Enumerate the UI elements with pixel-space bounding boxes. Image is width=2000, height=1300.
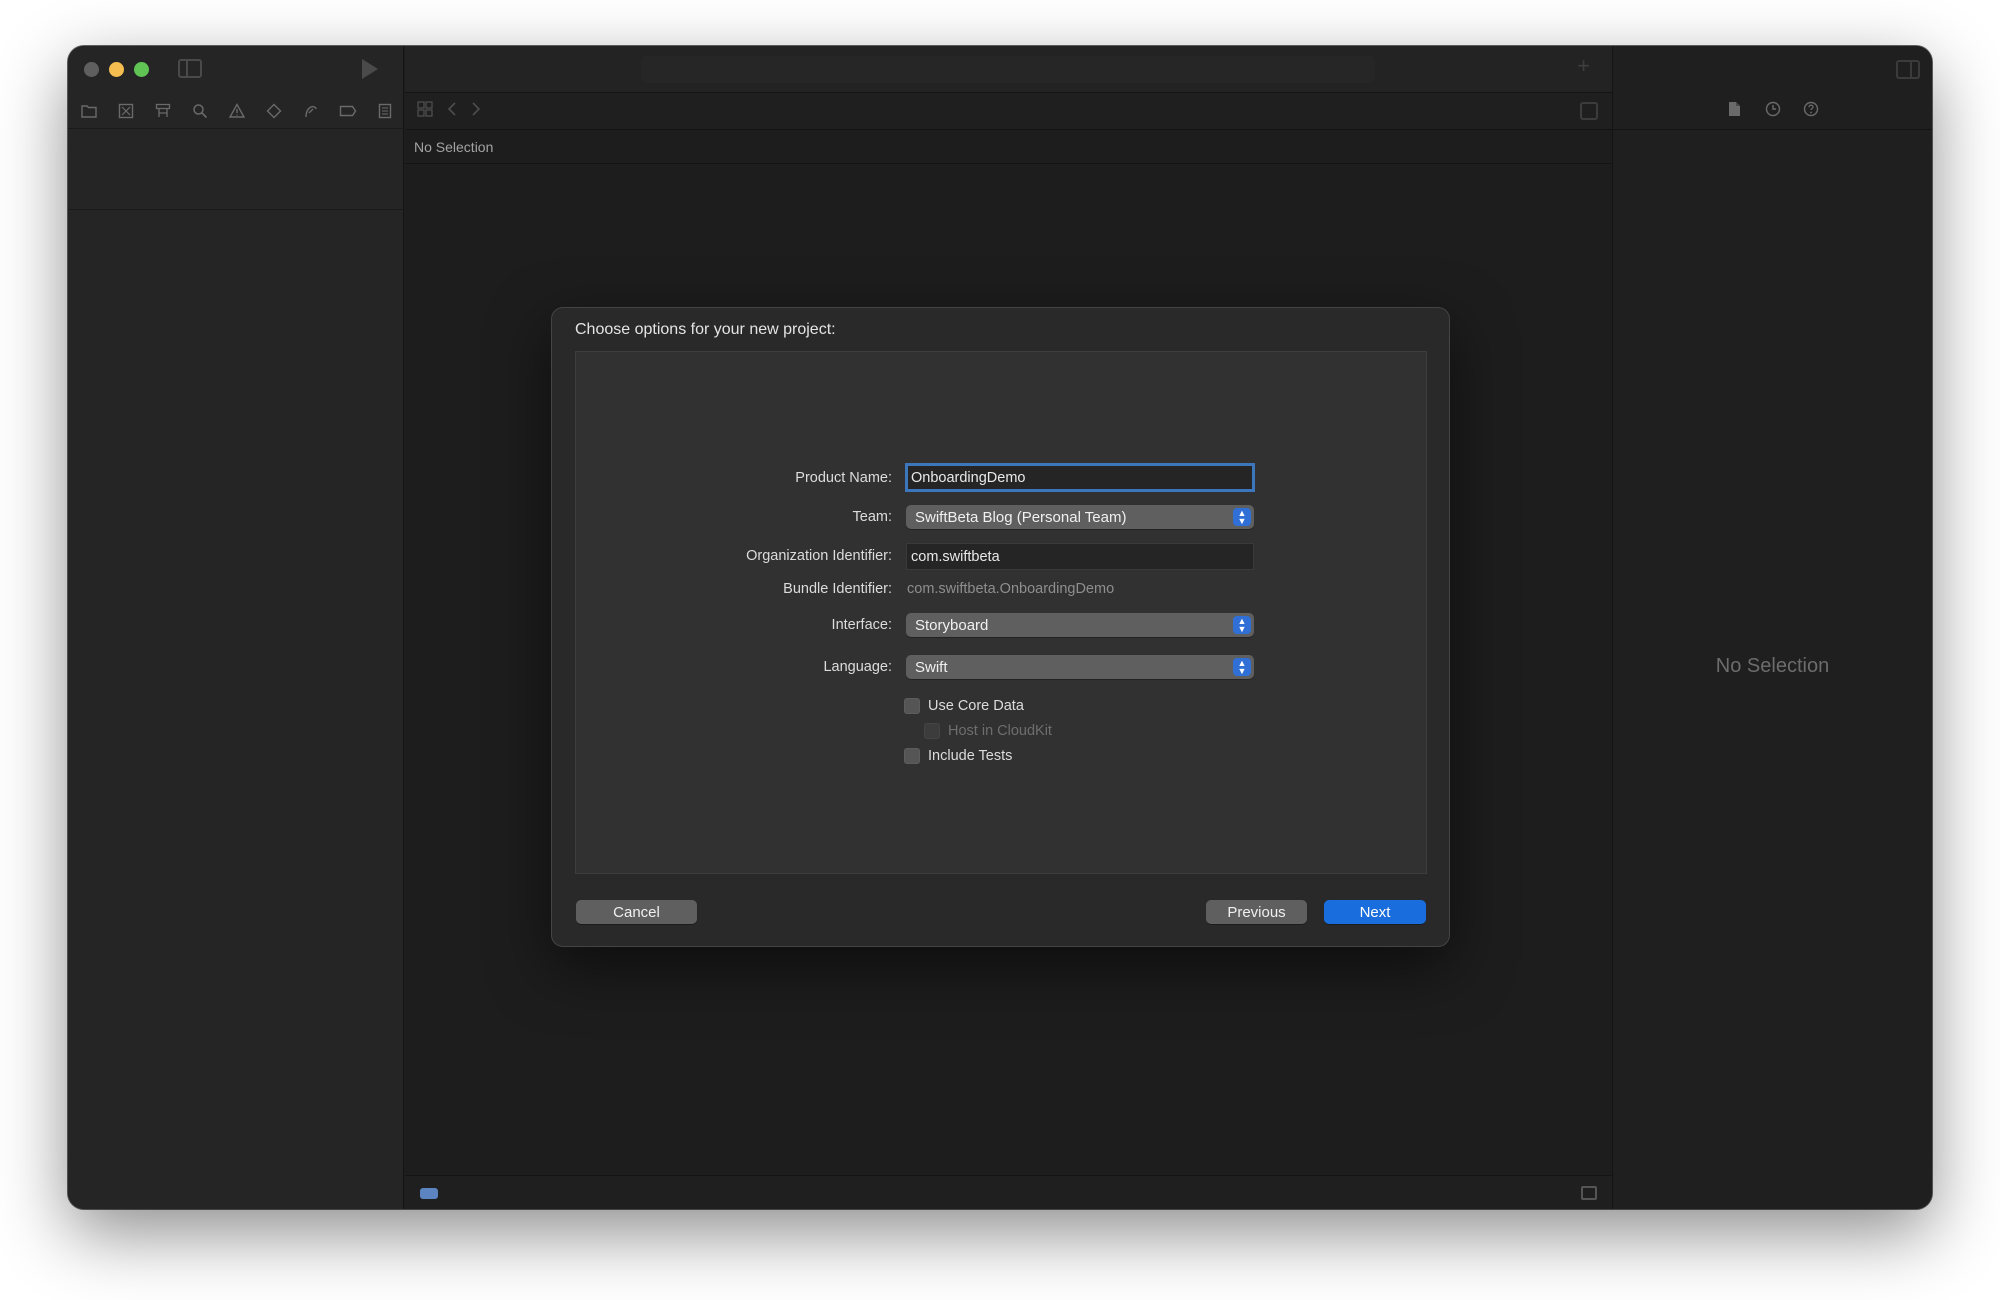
bundle-identifier-label: Bundle Identifier: [783,581,892,597]
inspector-empty-label: No Selection [1715,655,1830,677]
include-tests-checkbox-row[interactable]: Include Tests [904,745,1012,767]
host-in-cloudkit-label: Host in CloudKit [948,723,1052,739]
editor-options-icon[interactable] [1580,102,1598,120]
run-icon[interactable] [362,59,378,79]
interface-popup[interactable]: Storyboard ▲ ▼ [906,613,1254,637]
interface-label: Interface: [831,617,892,633]
navigator-toggle-icon[interactable] [178,59,202,78]
product-name-row: Product Name: OnboardingDemo [576,463,1426,493]
org-identifier-row: Organization Identifier: com.swiftbeta [576,541,1426,571]
chevron-up-down-icon: ▲ ▼ [1233,616,1251,634]
bundle-identifier-value: com.swiftbeta.OnboardingDemo [907,581,1115,597]
show-debug-area-icon[interactable] [1581,1186,1597,1200]
use-core-data-checkbox[interactable] [904,698,920,714]
interface-row: Interface: Storyboard ▲ ▼ [576,610,1426,640]
previous-button[interactable]: Previous [1206,900,1307,924]
minimize-window-button[interactable] [109,62,124,77]
team-row: Team: SwiftBeta Blog (Personal Team) ▲ ▼ [576,502,1426,532]
chevron-right-icon[interactable] [471,101,481,121]
close-window-button[interactable] [84,62,99,77]
inspector-pane: No Selection [1612,46,1932,1209]
titlebar [68,46,403,93]
related-items-icon[interactable] [417,100,433,122]
navigator-pane [68,46,404,1209]
folder-icon[interactable] [80,102,98,120]
interface-popup-value: Storyboard [915,616,989,634]
team-popup[interactable]: SwiftBeta Blog (Personal Team) ▲ ▼ [906,505,1254,529]
language-popup[interactable]: Swift ▲ ▼ [906,655,1254,679]
chevron-left-icon[interactable] [447,101,457,121]
path-bar: No Selection [405,130,1612,164]
include-tests-label: Include Tests [928,748,1013,764]
language-label: Language: [823,659,892,675]
cancel-button[interactable]: Cancel [576,900,697,924]
team-label: Team: [852,509,893,525]
project-options-form: Product Name: OnboardingDemo Team: Swift… [575,351,1427,874]
language-row: Language: Swift ▲ ▼ [576,652,1426,682]
product-name-field[interactable]: OnboardingDemo [905,463,1255,492]
product-name-label: Product Name: [795,470,892,486]
activity-viewer [641,56,1375,83]
inspector-titlebar [1613,46,1932,93]
next-button[interactable]: Next [1324,900,1426,924]
use-core-data-checkbox-row[interactable]: Use Core Data [904,695,1024,717]
bundle-identifier-row: Bundle Identifier: com.swiftbeta.Onboard… [576,574,1426,604]
symbol-icon[interactable] [154,102,172,120]
sheet-title: Choose options for your new project: [575,321,836,338]
debug-area-toggle-icon[interactable] [420,1188,438,1199]
language-popup-value: Swift [915,658,948,676]
host-in-cloudkit-checkbox [924,723,940,739]
debug-icon[interactable] [302,102,320,120]
org-identifier-label: Organization Identifier: [746,548,892,564]
test-icon[interactable] [265,102,283,120]
add-icon[interactable]: + [1577,55,1590,77]
navigator-tabs [68,93,403,129]
search-icon[interactable] [191,102,209,120]
use-core-data-label: Use Core Data [928,698,1024,714]
source-control-icon[interactable] [117,102,135,120]
report-icon[interactable] [376,102,394,120]
path-bar-label: No Selection [414,138,494,155]
inspector-toggle-icon[interactable] [1896,60,1920,79]
navigator-content [68,130,403,210]
inspector-tabs [1613,93,1932,130]
zoom-window-button[interactable] [134,62,149,77]
toolbar: + [405,46,1612,93]
host-in-cloudkit-checkbox-row: Host in CloudKit [924,720,1052,742]
chevron-up-down-icon: ▲ ▼ [1233,508,1251,526]
org-identifier-field[interactable]: com.swiftbeta [906,543,1254,570]
include-tests-checkbox[interactable] [904,748,920,764]
chevron-up-down-icon: ▲ ▼ [1233,658,1251,676]
help-icon[interactable] [1802,101,1820,121]
breakpoint-icon[interactable] [339,102,357,120]
file-icon[interactable] [1726,101,1744,121]
xcode-window: + No Selection No Selection Choose optio… [68,46,1932,1209]
history-icon[interactable] [1764,101,1782,121]
team-popup-value: SwiftBeta Blog (Personal Team) [915,508,1127,526]
new-project-sheet: Choose options for your new project: Pro… [551,307,1450,947]
warning-icon[interactable] [228,102,246,120]
jump-bar [405,93,1612,130]
debug-bar [405,1175,1612,1209]
